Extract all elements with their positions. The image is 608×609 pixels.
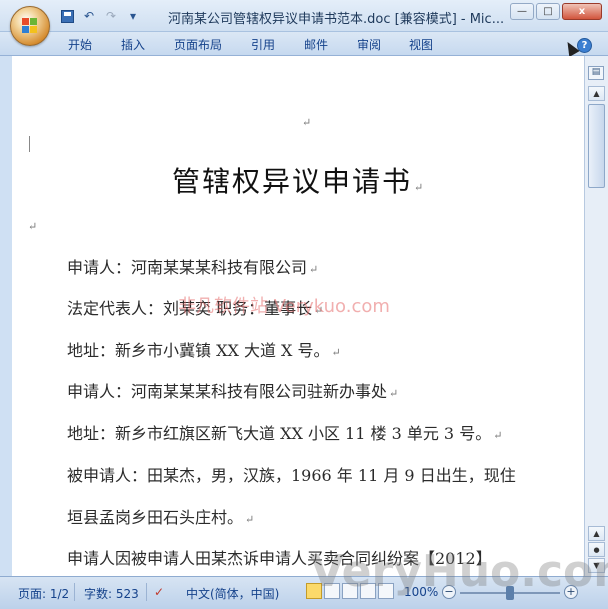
page-indicator[interactable]: 页面: 1/2 (18, 585, 69, 602)
previous-page-button[interactable]: ▲ (588, 526, 605, 541)
web-layout-button[interactable] (342, 583, 358, 599)
proofing-icon[interactable]: ✓ (154, 585, 164, 599)
maximize-button[interactable]: □ (536, 3, 560, 20)
office-logo-icon (22, 18, 38, 34)
tab-review[interactable]: 审阅 (357, 36, 381, 53)
zoom-out-button[interactable]: − (442, 585, 456, 599)
print-layout-view-button[interactable] (306, 583, 322, 599)
document-title: 管辖权异议申请书 ↵ (172, 165, 426, 198)
vertical-scrollbar[interactable]: ▤ ▲ ▲ ● ▼ (584, 56, 608, 576)
margin-corner-mark (20, 136, 30, 152)
document-area[interactable]: ↵ 管辖权异议申请书 ↵ ↵ 申请人：河南某某某科技有限公司 ↵ 法定代表人：刘某奕… (0, 56, 584, 576)
tab-view[interactable]: 视图 (409, 36, 433, 53)
paragraph: 申请人：河南某某某科技有限公司驻新办事处 ↵ (67, 382, 399, 401)
document-page[interactable]: ↵ 管辖权异议申请书 ↵ ↵ 申请人：河南某某某科技有限公司 ↵ 法定代表人：刘某奕… (12, 56, 584, 576)
tab-insert[interactable]: 插入 (121, 36, 145, 53)
language-indicator[interactable]: 中文(简体，中国) (186, 585, 279, 602)
undo-icon: ↶ (83, 9, 95, 23)
scroll-up-button[interactable]: ▲ (588, 86, 605, 101)
tab-page-layout[interactable]: 页面布局 (174, 36, 222, 53)
next-page-button[interactable]: ▼ (588, 558, 605, 573)
paragraph: 地址：新乡市红旗区新飞大道 XX 小区 11 楼 3 单元 3 号。 ↵ (67, 424, 503, 443)
quick-access-toolbar: ↶ ↷ ▾ (58, 6, 142, 26)
paragraph-mark: ↵ (28, 220, 38, 233)
redo-icon: ↷ (105, 9, 117, 23)
site-watermark: 非凡软件站 Verykuo.com (178, 296, 390, 317)
scroll-thumb[interactable] (588, 104, 605, 188)
paragraph: 被申请人：田某杰，男，汉族，1966 年 11 月 9 日出生，现住 (67, 466, 516, 485)
full-screen-reading-button[interactable] (324, 583, 340, 599)
paragraph: 垣县孟岗乡田石头庄村。 ↵ (67, 508, 255, 527)
tab-mailings[interactable]: 邮件 (304, 36, 328, 53)
paragraph: 地址：新乡市小冀镇 XX 大道 X 号。 ↵ (67, 341, 341, 360)
paragraph-mark: ↵ (302, 116, 312, 129)
zoom-in-button[interactable]: + (564, 585, 578, 599)
redo-button[interactable]: ↷ (102, 7, 120, 25)
word-count[interactable]: 字数: 523 (84, 585, 139, 602)
title-bar: ↶ ↷ ▾ 河南某公司管辖权异议申请书范本.doc [兼容模式] - Mic..… (0, 0, 608, 32)
browse-object-button[interactable]: ● (588, 542, 605, 557)
customize-qat-button[interactable]: ▾ (124, 7, 142, 25)
tab-home[interactable]: 开始 (68, 36, 92, 53)
close-button[interactable]: x (562, 3, 602, 20)
paragraph: 申请人：河南某某某科技有限公司 ↵ (67, 258, 319, 277)
divider (146, 583, 147, 601)
zoom-slider-knob[interactable] (506, 586, 514, 600)
zoom-level[interactable]: 100% (404, 585, 438, 599)
office-button[interactable] (10, 6, 50, 46)
save-icon (60, 9, 74, 23)
window-title: 河南某公司管辖权异议申请书范本.doc [兼容模式] - Mic... (168, 12, 505, 27)
ruler-toggle-icon[interactable]: ▤ (588, 66, 604, 80)
window-controls: — □ x (510, 3, 602, 20)
minimize-button[interactable]: — (510, 3, 534, 20)
outline-view-button[interactable] (360, 583, 376, 599)
divider (74, 583, 75, 601)
tab-references[interactable]: 引用 (251, 36, 275, 53)
status-bar: 页面: 1/2 字数: 523 ✓ 中文(简体，中国) 100% − + (0, 576, 608, 609)
save-button[interactable] (58, 7, 76, 25)
chevron-down-icon: ▾ (129, 9, 137, 23)
paragraph: 申请人因被申请人田某杰诉申请人买卖合同纠纷案【2012】 (67, 549, 492, 568)
undo-button[interactable]: ↶ (80, 7, 98, 25)
draft-view-button[interactable] (378, 583, 394, 599)
ribbon-tabs: 开始 插入 页面布局 引用 邮件 审阅 视图 (0, 32, 608, 56)
